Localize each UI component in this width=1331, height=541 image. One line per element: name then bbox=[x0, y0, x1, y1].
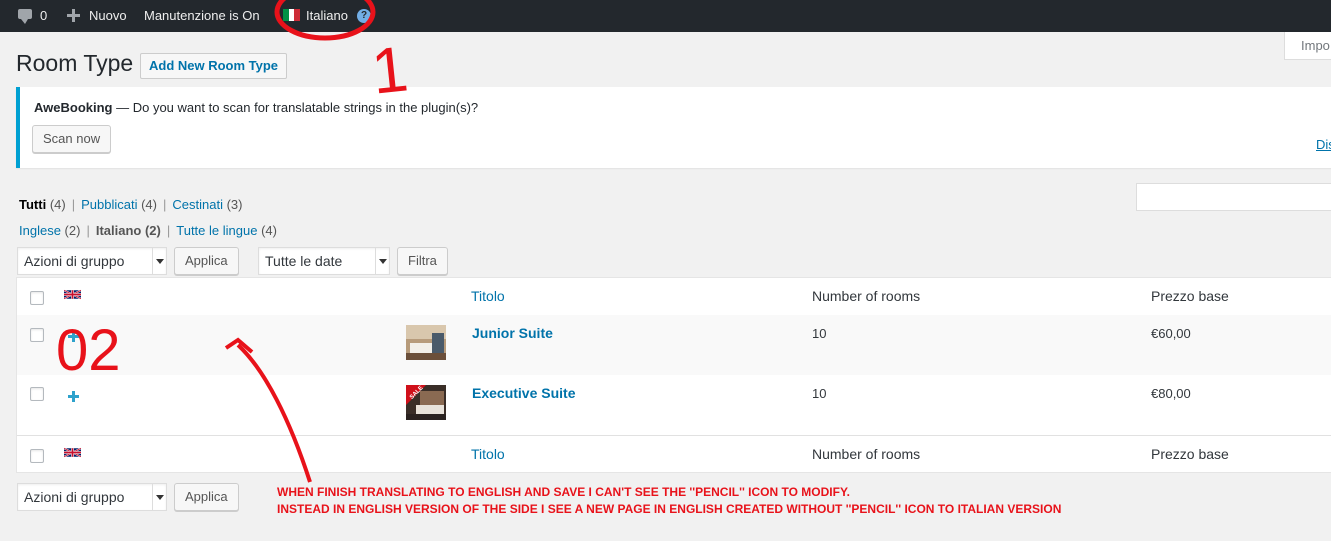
column-title[interactable]: Titolo bbox=[471, 288, 505, 304]
uk-flag-icon bbox=[64, 289, 81, 300]
row-price: €60,00 bbox=[1151, 326, 1191, 341]
column-rooms: Number of rooms bbox=[812, 288, 921, 304]
translation-notice: AweBooking — Do you want to scan for tra… bbox=[16, 87, 1331, 168]
bulk-actions-value: Azioni di gruppo bbox=[24, 253, 125, 269]
table-header: Titolo Number of rooms Prezzo base bbox=[17, 278, 1331, 316]
uk-flag-icon bbox=[64, 447, 81, 458]
bulk-actions-select-bottom[interactable]: Azioni di gruppo bbox=[17, 483, 167, 511]
lang-filter-italian-count: (2) bbox=[144, 223, 161, 238]
apply-button-bottom[interactable]: Applica bbox=[174, 483, 239, 511]
column-rooms: Number of rooms bbox=[812, 446, 921, 462]
column-title[interactable]: Titolo bbox=[471, 446, 505, 462]
add-translation-icon[interactable] bbox=[68, 331, 79, 342]
notice-message: AweBooking — Do you want to scan for tra… bbox=[34, 100, 478, 115]
italian-flag-icon bbox=[283, 9, 301, 21]
maintenance-status[interactable]: Manutenzione is On bbox=[144, 0, 260, 32]
room-thumbnail bbox=[406, 325, 446, 360]
row-price: €80,00 bbox=[1151, 386, 1191, 401]
chevron-down-icon bbox=[152, 484, 166, 510]
bulk-actions-value: Azioni di gruppo bbox=[24, 489, 125, 505]
annotation-note: WHEN FINISH TRANSLATING TO ENGLISH AND S… bbox=[277, 484, 1061, 518]
filter-trash[interactable]: Cestinati bbox=[172, 197, 223, 212]
select-all-checkbox[interactable] bbox=[30, 449, 44, 463]
dismiss-link[interactable]: Dis bbox=[1316, 137, 1331, 152]
language-switcher[interactable]: Italiano bbox=[306, 0, 348, 32]
row-title-link[interactable]: Junior Suite bbox=[472, 325, 553, 341]
notice-plugin-name: AweBooking bbox=[34, 100, 113, 115]
row-checkbox[interactable] bbox=[30, 387, 44, 401]
new-menu[interactable]: Nuovo bbox=[89, 0, 127, 32]
chevron-down-icon bbox=[152, 248, 166, 274]
filter-all[interactable]: Tutti bbox=[19, 197, 46, 212]
select-all-checkbox[interactable] bbox=[30, 291, 44, 305]
apply-button[interactable]: Applica bbox=[174, 247, 239, 275]
page-title: Room Type bbox=[16, 50, 134, 76]
row-checkbox[interactable] bbox=[30, 328, 44, 342]
plus-icon[interactable] bbox=[67, 9, 80, 22]
comment-icon[interactable] bbox=[18, 9, 32, 24]
filter-button[interactable]: Filtra bbox=[397, 247, 448, 275]
chevron-down-icon bbox=[375, 248, 389, 274]
room-types-table: Titolo Number of rooms Prezzo base Junio… bbox=[16, 277, 1331, 473]
table-footer: Titolo Number of rooms Prezzo base bbox=[17, 435, 1331, 473]
bulk-actions-select[interactable]: Azioni di gruppo bbox=[17, 247, 167, 275]
filter-all-count: (4) bbox=[49, 197, 66, 212]
table-row: Junior Suite 10 €60,00 bbox=[17, 315, 1331, 375]
notice-text: — Do you want to scan for translatable s… bbox=[112, 100, 479, 115]
date-filter-select[interactable]: Tutte le date bbox=[258, 247, 390, 275]
lang-filter-english-count: (2) bbox=[64, 223, 81, 238]
column-price: Prezzo base bbox=[1151, 288, 1229, 304]
status-filter: Tutti (4) | Pubblicati (4) | Cestinati (3) bbox=[19, 197, 243, 212]
table-row: SALE Executive Suite 10 €80,00 bbox=[17, 375, 1331, 435]
column-price: Prezzo base bbox=[1151, 446, 1229, 462]
row-title-link[interactable]: Executive Suite bbox=[472, 385, 576, 401]
date-filter-value: Tutte le date bbox=[265, 253, 343, 269]
annotation-note-line-1: WHEN FINISH TRANSLATING TO ENGLISH AND S… bbox=[277, 485, 850, 499]
room-thumbnail: SALE bbox=[406, 385, 446, 420]
annotation-note-line-2: INSTEAD IN ENGLISH VERSION OF THE SIDE I… bbox=[277, 502, 1062, 516]
row-rooms: 10 bbox=[812, 386, 827, 401]
filter-trash-count: (3) bbox=[226, 197, 243, 212]
lang-filter-english[interactable]: Inglese bbox=[19, 223, 61, 238]
admin-bar: 0 Nuovo Manutenzione is On Italiano ? bbox=[0, 0, 1331, 32]
lang-filter-italian[interactable]: Italiano bbox=[96, 223, 142, 238]
lang-filter-all[interactable]: Tutte le lingue bbox=[176, 223, 257, 238]
scan-now-button[interactable]: Scan now bbox=[32, 125, 112, 153]
search-input[interactable] bbox=[1136, 183, 1331, 211]
add-translation-icon[interactable] bbox=[68, 391, 79, 402]
filter-published-count: (4) bbox=[141, 197, 157, 212]
filter-published[interactable]: Pubblicati bbox=[81, 197, 137, 212]
screen-options-tab[interactable]: Impo bbox=[1284, 32, 1331, 60]
comments-count[interactable]: 0 bbox=[40, 0, 47, 32]
row-rooms: 10 bbox=[812, 326, 827, 341]
help-icon[interactable]: ? bbox=[357, 9, 371, 23]
language-filter: Inglese (2) | Italiano (2) | Tutte le lingue… bbox=[19, 223, 277, 238]
lang-filter-all-count: (4) bbox=[261, 223, 277, 238]
add-new-room-type-button[interactable]: Add New Room Type bbox=[140, 53, 288, 79]
